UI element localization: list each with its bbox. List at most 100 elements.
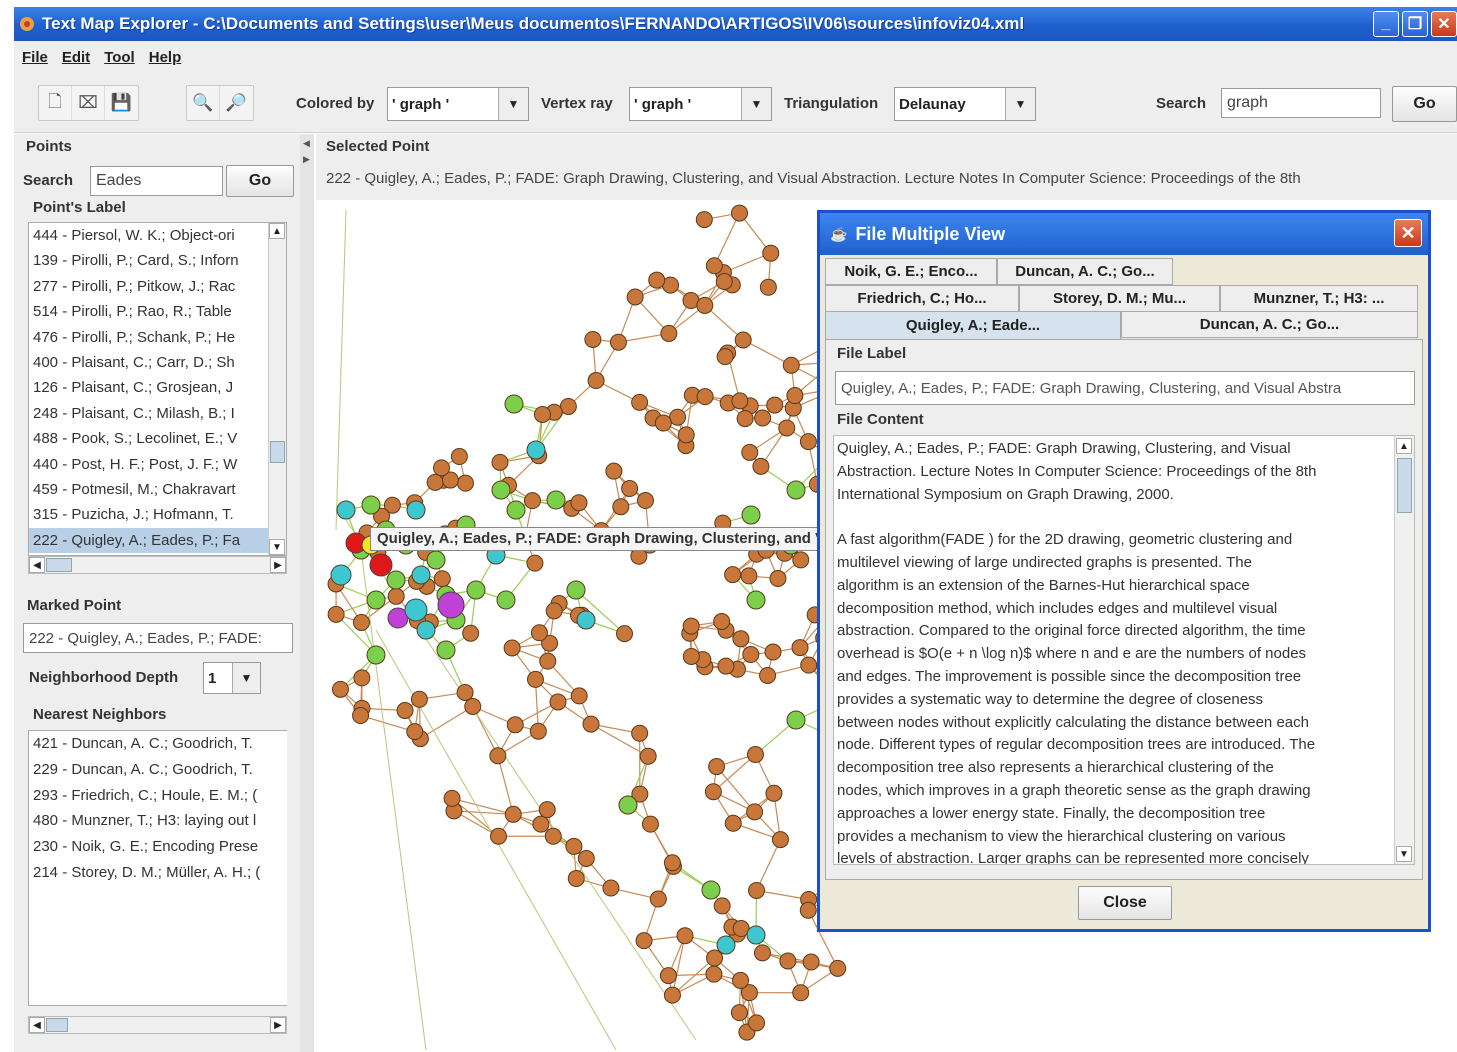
points-list-item[interactable]: 488 - Pook, S.; Lecolinet, E.; V	[29, 426, 286, 451]
graph-node[interactable]	[570, 687, 588, 705]
graph-node[interactable]	[663, 854, 681, 872]
graph-node[interactable]	[406, 500, 426, 520]
points-list-item[interactable]: 514 - Pirolli, P.; Rao, R.; Table	[29, 299, 286, 324]
search-go-button[interactable]: Go	[1392, 86, 1457, 122]
graph-node[interactable]	[577, 849, 595, 867]
graph-node[interactable]	[753, 944, 771, 962]
scroll-thumb[interactable]	[46, 558, 72, 572]
graph-node[interactable]	[792, 551, 810, 569]
graph-node[interactable]	[748, 1014, 766, 1032]
triangulation-select[interactable]: Delaunay ▼	[894, 87, 1036, 121]
tab-duncan-2[interactable]: Duncan, A. C.; Go...	[1121, 311, 1418, 338]
graph-node[interactable]	[433, 570, 451, 588]
points-list-item[interactable]: 315 - Puzicha, J.; Hofmann, T.	[29, 502, 286, 527]
graph-node[interactable]	[533, 405, 551, 423]
graph-node[interactable]	[406, 723, 424, 741]
graph-node[interactable]	[769, 570, 787, 588]
graph-node[interactable]	[713, 612, 731, 630]
graph-node[interactable]	[523, 492, 541, 510]
graph-node[interactable]	[741, 505, 761, 525]
graph-node[interactable]	[682, 617, 700, 635]
graph-node[interactable]	[490, 827, 508, 845]
graph-node[interactable]	[631, 724, 649, 742]
neighbors-list-item[interactable]: 230 - Noik, G. E.; Encoding Prese	[29, 834, 287, 860]
graph-node[interactable]	[352, 707, 370, 725]
graph-node-highlight[interactable]	[330, 564, 352, 586]
close-window-button[interactable]: ✕	[1431, 11, 1457, 37]
neighbors-list-item[interactable]: 229 - Duncan, A. C.; Goodrich, T.	[29, 757, 287, 783]
graph-node[interactable]	[659, 967, 677, 985]
graph-node[interactable]	[713, 897, 731, 915]
graph-node[interactable]	[489, 747, 507, 765]
graph-node[interactable]	[526, 554, 544, 572]
neighbors-hscrollbar[interactable]: ◀ ▶	[28, 1016, 287, 1034]
graph-node[interactable]	[792, 984, 810, 1002]
graph-node[interactable]	[786, 480, 806, 500]
graph-node[interactable]	[654, 414, 672, 432]
graph-node[interactable]	[800, 656, 818, 674]
graph-node[interactable]	[491, 453, 509, 471]
graph-node[interactable]	[799, 433, 817, 451]
graph-node[interactable]	[762, 244, 780, 262]
graph-node[interactable]	[416, 620, 436, 640]
graph-node[interactable]	[327, 605, 345, 623]
graph-node[interactable]	[771, 831, 789, 849]
graph-node[interactable]	[456, 474, 474, 492]
graph-node[interactable]	[602, 879, 620, 897]
expand-right-icon[interactable]: ▶	[303, 154, 310, 165]
tab-storey[interactable]: Storey, D. M.; Mu...	[1019, 285, 1220, 312]
graph-node[interactable]	[786, 387, 804, 405]
scroll-right-icon[interactable]: ▶	[270, 1017, 286, 1033]
graph-node[interactable]	[635, 932, 653, 950]
graph-node[interactable]	[609, 333, 627, 351]
graph-node[interactable]	[538, 801, 556, 819]
graph-node[interactable]	[612, 498, 630, 516]
graph-node[interactable]	[730, 1004, 748, 1022]
tab-friedrich[interactable]: Friedrich, C.; Ho...	[825, 285, 1019, 312]
tab-munzner[interactable]: Munzner, T.; H3: ...	[1220, 285, 1418, 312]
graph-node[interactable]	[716, 935, 736, 955]
points-list-hscrollbar[interactable]: ◀ ▶	[28, 556, 287, 574]
menu-file[interactable]: File	[22, 49, 48, 66]
tab-duncan-1[interactable]: Duncan, A. C.; Go...	[997, 258, 1173, 285]
graph-node[interactable]	[740, 567, 758, 585]
graph-node[interactable]	[433, 459, 451, 477]
dialog-close-icon[interactable]: ✕	[1394, 219, 1422, 247]
open-folder-icon[interactable]: ⌧	[72, 86, 105, 120]
graph-node[interactable]	[639, 747, 657, 765]
graph-node[interactable]	[426, 550, 446, 570]
graph-node[interactable]	[746, 803, 764, 821]
points-list-item[interactable]: 459 - Potmesil, M.; Chakravart	[29, 477, 286, 502]
graph-node[interactable]	[759, 666, 777, 684]
graph-node[interactable]	[759, 278, 777, 296]
menu-help[interactable]: Help	[149, 49, 182, 66]
graph-node[interactable]	[705, 257, 723, 275]
graph-node[interactable]	[352, 613, 370, 631]
graph-node[interactable]	[570, 494, 588, 512]
graph-node[interactable]	[669, 408, 687, 426]
graph-node[interactable]	[754, 409, 772, 427]
points-list-item[interactable]: 440 - Post, H. F.; Post, J. F.; W	[29, 452, 286, 477]
points-list-item[interactable]: 400 - Plaisant, C.; Carr, D.; Sh	[29, 350, 286, 375]
graph-node[interactable]	[764, 643, 782, 661]
graph-node[interactable]	[696, 296, 714, 314]
graph-node[interactable]	[584, 330, 602, 348]
graph-node[interactable]	[336, 500, 356, 520]
menu-tool[interactable]: Tool	[104, 49, 135, 66]
graph-node[interactable]	[748, 881, 766, 899]
graph-node[interactable]	[724, 814, 742, 832]
graph-node[interactable]	[716, 348, 734, 366]
chevron-down-icon[interactable]: ▼	[498, 88, 528, 120]
graph-node[interactable]	[791, 639, 809, 657]
graph-node[interactable]	[443, 789, 461, 807]
chevron-down-icon[interactable]: ▼	[1005, 88, 1035, 120]
graph-node[interactable]	[752, 457, 770, 475]
graph-node[interactable]	[742, 646, 760, 664]
graph-node[interactable]	[829, 959, 847, 977]
graph-node[interactable]	[765, 784, 783, 802]
zoom-out-icon[interactable]: 🔎	[220, 86, 253, 120]
graph-node[interactable]	[736, 410, 754, 428]
scroll-down-icon[interactable]: ▼	[1396, 846, 1412, 862]
neighborhood-depth-select[interactable]: 1 ▼	[203, 662, 261, 694]
scroll-thumb[interactable]	[46, 1018, 68, 1032]
